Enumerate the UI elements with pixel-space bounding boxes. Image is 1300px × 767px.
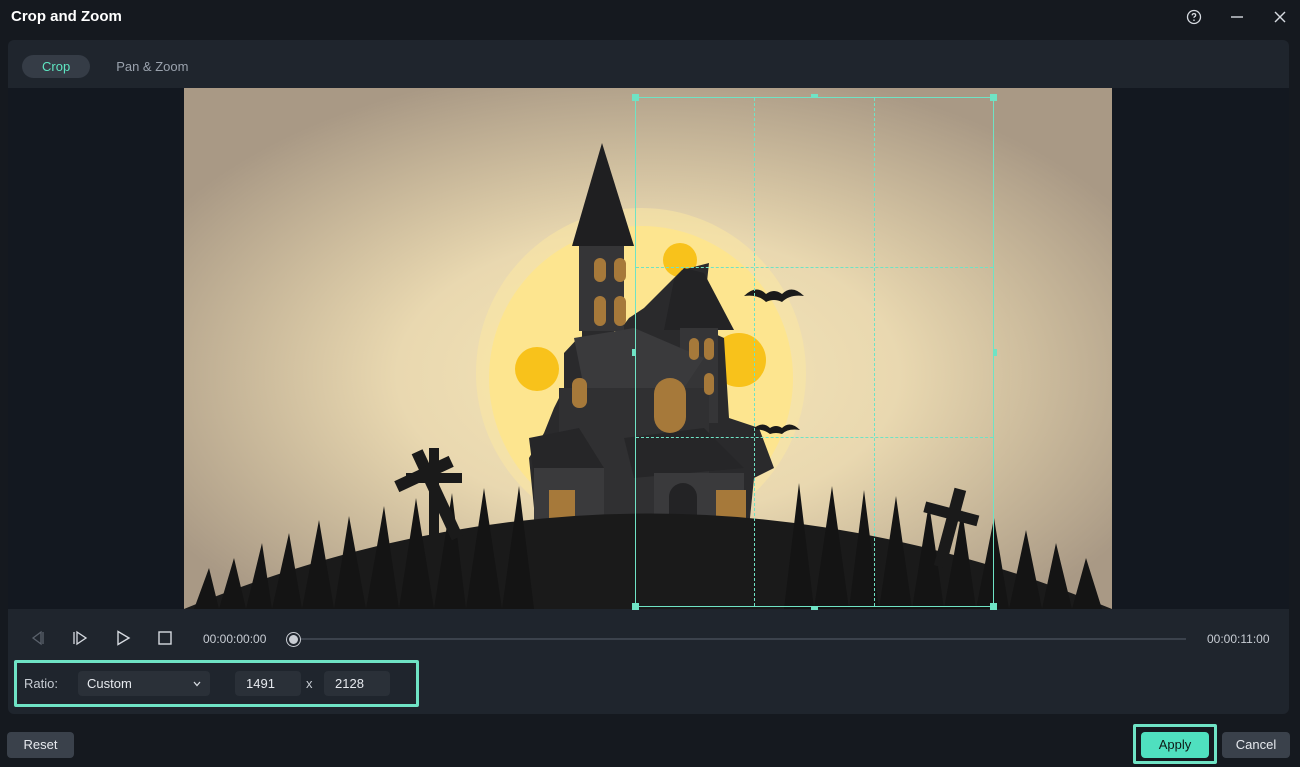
- apply-button[interactable]: Apply: [1141, 732, 1209, 758]
- crop-grid-line: [636, 437, 993, 438]
- apply-highlight: Apply: [1133, 724, 1217, 764]
- previous-frame-button[interactable]: [28, 629, 46, 647]
- ratio-label: Ratio:: [24, 676, 58, 691]
- ratio-selected-value: Custom: [87, 676, 132, 691]
- title-bar: Crop and Zoom: [0, 0, 1300, 34]
- crop-panel: Crop Pan & Zoom 00:00:00:00 00:00:11:00 …: [8, 40, 1289, 714]
- tab-crop[interactable]: Crop: [22, 55, 91, 78]
- close-icon: [1274, 11, 1286, 23]
- window-title: Crop and Zoom: [11, 8, 122, 25]
- next-frame-button[interactable]: [71, 629, 89, 647]
- crop-grid-line: [754, 98, 755, 606]
- width-input[interactable]: 1491: [235, 671, 301, 696]
- play-icon: [117, 630, 131, 646]
- minimize-button[interactable]: [1226, 6, 1248, 28]
- tab-bar: Crop Pan & Zoom: [22, 55, 208, 78]
- stop-button[interactable]: [156, 629, 174, 647]
- stop-icon: [158, 631, 172, 645]
- crop-grid-line: [874, 98, 875, 606]
- next-frame-icon: [73, 630, 88, 646]
- dimension-separator: x: [306, 676, 313, 691]
- crop-rectangle[interactable]: [632, 94, 997, 610]
- crop-handle-top-left[interactable]: [632, 94, 639, 101]
- preview-frame: [184, 88, 1112, 610]
- crop-handle-bottom-left[interactable]: [632, 603, 639, 610]
- crop-handle-right[interactable]: [993, 349, 997, 356]
- crop-handle-bottom[interactable]: [811, 606, 818, 610]
- ratio-settings: Ratio: Custom 1491 x 2128: [14, 660, 419, 707]
- close-button[interactable]: [1269, 6, 1291, 28]
- crop-handle-bottom-right[interactable]: [990, 603, 997, 610]
- playback-controls: 00:00:00:00 00:00:11:00: [8, 620, 1289, 656]
- tab-pan-zoom[interactable]: Pan & Zoom: [96, 55, 208, 78]
- video-preview: [8, 88, 1289, 610]
- crop-grid-line: [636, 267, 993, 268]
- help-button[interactable]: [1183, 6, 1205, 28]
- timeline-playhead[interactable]: [287, 633, 300, 646]
- total-time: 00:00:11:00: [1207, 632, 1270, 646]
- crop-handle-top-right[interactable]: [990, 94, 997, 101]
- chevron-down-icon: [193, 681, 201, 687]
- ratio-dropdown[interactable]: Custom: [78, 671, 210, 696]
- current-time: 00:00:00:00: [203, 632, 267, 646]
- minimize-icon: [1231, 16, 1243, 18]
- reset-button[interactable]: Reset: [7, 732, 74, 758]
- crop-handle-left[interactable]: [632, 349, 636, 356]
- previous-frame-icon: [31, 630, 44, 646]
- timeline-track[interactable]: [291, 638, 1186, 640]
- crop-handle-top[interactable]: [811, 94, 818, 98]
- height-input[interactable]: 2128: [324, 671, 390, 696]
- help-icon: [1186, 9, 1202, 25]
- play-button[interactable]: [114, 629, 132, 647]
- cancel-button[interactable]: Cancel: [1222, 732, 1290, 758]
